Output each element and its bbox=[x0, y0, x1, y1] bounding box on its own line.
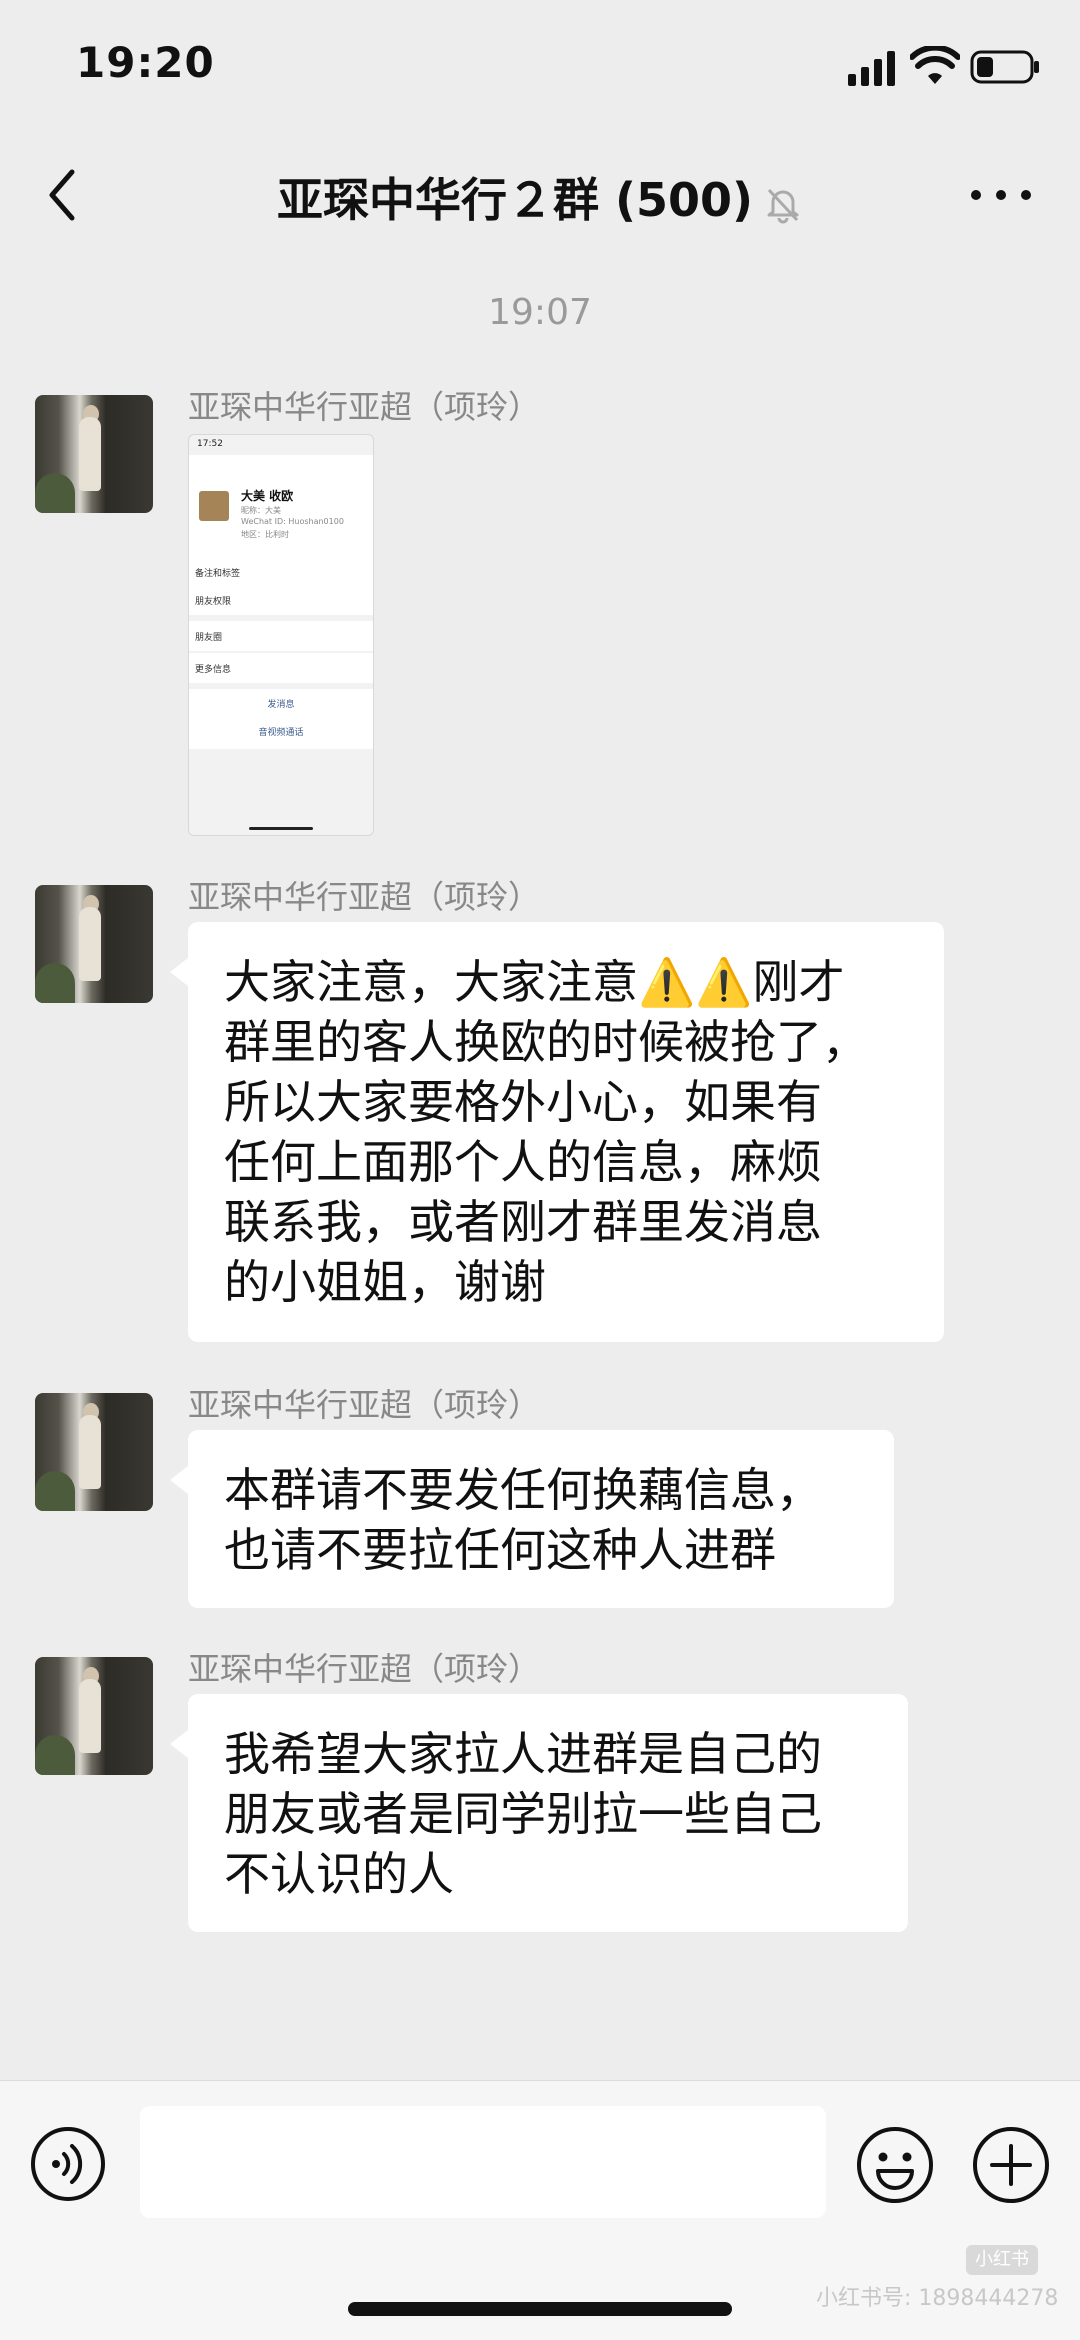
home-indicator[interactable] bbox=[348, 2302, 732, 2316]
message-line: 大家注意，大家注意⚠️⚠️刚才 bbox=[224, 955, 845, 1009]
avatar[interactable] bbox=[35, 395, 153, 513]
avatar[interactable] bbox=[35, 1393, 153, 1511]
image-home-indicator bbox=[249, 827, 313, 830]
emoji-icon[interactable] bbox=[856, 2126, 934, 2204]
cellular-signal-icon bbox=[848, 51, 895, 86]
message-timestamp: 19:07 bbox=[488, 292, 592, 333]
message-line: 任何上面那个人的信息，麻烦 bbox=[224, 1135, 822, 1189]
image-profile-wechat-id: WeChat ID: Huoshan0100 bbox=[241, 517, 344, 526]
message-line: 群里的客人换欧的时候被抢了， bbox=[224, 1015, 868, 1069]
image-profile-nickname: 昵称：大美 bbox=[241, 506, 281, 515]
message-line: 本群请不要发任何换藕信息， bbox=[224, 1463, 822, 1517]
text-message-bubble[interactable]: 本群请不要发任何换藕信息， 也请不要拉任何这种人进群 bbox=[170, 1430, 894, 1608]
battery-icon bbox=[970, 50, 1039, 84]
chat-title: 亚琛中华行２群 (500) bbox=[0, 164, 1080, 230]
image-profile-thumb bbox=[199, 491, 229, 521]
message-line: 联系我，或者刚才群里发消息 bbox=[224, 1195, 822, 1249]
image-action-call: 音视频通话 bbox=[258, 728, 304, 738]
avatar[interactable] bbox=[35, 1657, 153, 1775]
chat-header: 亚琛中华行２群 (500) bbox=[0, 140, 1080, 250]
image-row: 更多信息 bbox=[189, 653, 373, 683]
avatar[interactable] bbox=[35, 885, 153, 1003]
wifi-icon bbox=[910, 46, 960, 84]
sender-name: 亚琛中华行亚超（项玲） bbox=[188, 1386, 541, 1424]
add-plus-icon[interactable] bbox=[972, 2126, 1050, 2204]
watermark-text: 小红书号: 1898444278 bbox=[816, 2286, 1059, 2311]
message-line: 所以大家要格外小心，如果有 bbox=[224, 1075, 822, 1129]
sender-name: 亚琛中华行亚超（项玲） bbox=[188, 878, 541, 916]
message-line: 也请不要拉任何这种人进群 bbox=[224, 1523, 776, 1577]
image-profile-name: 大美 收欧 bbox=[241, 489, 294, 503]
more-options-icon[interactable] bbox=[966, 180, 1036, 210]
image-row: 朋友圈 bbox=[189, 621, 373, 651]
image-row: 朋友权限 bbox=[189, 585, 373, 615]
voice-input-icon[interactable] bbox=[30, 2126, 106, 2202]
image-message[interactable]: 17:52 大美 收欧 昵称：大美 WeChat ID: Huoshan0100… bbox=[188, 434, 374, 836]
message-line: 的小姐姐，谢谢 bbox=[224, 1255, 546, 1309]
image-row: 备注和标签 bbox=[189, 557, 373, 587]
chat-title-text: 亚琛中华行２群 (500) bbox=[276, 173, 754, 227]
message-input[interactable] bbox=[140, 2106, 826, 2218]
image-profile-region: 地区：比利时 bbox=[241, 530, 289, 539]
watermark-logo: 小红书 bbox=[966, 2245, 1038, 2275]
message-line: 朋友或者是同学别拉一些自己 bbox=[224, 1787, 822, 1841]
message-line: 我希望大家拉人进群是自己的 bbox=[224, 1727, 822, 1781]
text-message-bubble[interactable]: 大家注意，大家注意⚠️⚠️刚才 群里的客人换欧的时候被抢了， 所以大家要格外小心… bbox=[170, 922, 944, 1342]
sender-name: 亚琛中华行亚超（项玲） bbox=[188, 1650, 541, 1688]
text-message-bubble[interactable]: 我希望大家拉人进群是自己的 朋友或者是同学别拉一些自己 不认识的人 bbox=[170, 1694, 908, 1932]
sender-name: 亚琛中华行亚超（项玲） bbox=[188, 388, 541, 426]
status-time: 19:20 bbox=[76, 38, 215, 87]
muted-bell-icon bbox=[767, 188, 799, 223]
image-action-message: 发消息 bbox=[267, 700, 295, 710]
status-bar: 19:20 bbox=[0, 0, 1080, 140]
image-status-time: 17:52 bbox=[197, 439, 223, 449]
message-line: 不认识的人 bbox=[224, 1847, 454, 1901]
